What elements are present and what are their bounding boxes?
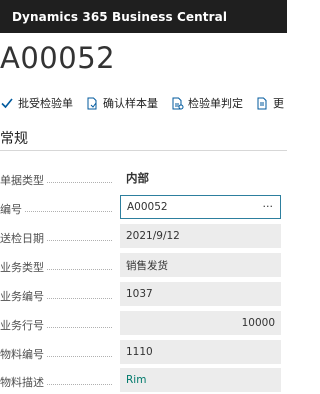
field-label-text: 编号 <box>0 203 24 215</box>
document-check-icon <box>170 96 184 110</box>
field-value[interactable]: Rim <box>120 368 281 392</box>
field-label-text: 业务行号 <box>0 319 46 331</box>
field-label-text: 业务编号 <box>0 290 46 302</box>
field-business-number: 业务编号 1037 <box>0 282 287 308</box>
action-label: 确认样本量 <box>103 97 158 110</box>
field-label: 单据类型 <box>0 172 118 186</box>
field-label: 送检日期 <box>0 230 118 244</box>
field-item-description: 物料描述 Rim <box>0 368 287 394</box>
action-bar: 批受检验单 确认样本量 检验单判定 更 <box>0 92 287 114</box>
action-receive-inspection[interactable]: 批受检验单 <box>0 95 73 111</box>
action-label: 批受检验单 <box>18 97 73 110</box>
field-value[interactable]: 10000 <box>120 311 281 335</box>
document-icon <box>85 96 99 110</box>
action-inspection-judgement[interactable]: 检验单判定 <box>170 95 243 111</box>
action-more[interactable]: 更 <box>255 95 284 111</box>
field-label: 业务类型 <box>0 259 118 273</box>
field-label: 物料编号 <box>0 346 118 360</box>
document-icon <box>255 96 269 110</box>
action-label: 检验单判定 <box>188 97 243 110</box>
ellipsis-icon[interactable]: ··· <box>263 200 274 213</box>
field-label: 编号 <box>0 201 118 215</box>
action-confirm-sample-size[interactable]: 确认样本量 <box>85 95 158 111</box>
field-value[interactable]: 内部 <box>120 166 281 190</box>
field-label: 业务编号 <box>0 288 118 302</box>
section-general-header[interactable]: 常规 <box>0 122 287 151</box>
field-value[interactable]: 1037 <box>120 282 281 306</box>
page-title: A00052 <box>0 41 116 75</box>
field-item-number: 物料编号 1110 <box>0 340 287 366</box>
field-label-text: 物料描述 <box>0 376 46 388</box>
number-value: A00052 <box>127 201 168 213</box>
field-label: 物料描述 <box>0 374 118 388</box>
checkmark-icon <box>0 96 14 110</box>
app-title[interactable]: Dynamics 365 Business Central <box>12 10 227 24</box>
number-input[interactable]: A00052 ··· <box>120 195 281 219</box>
field-business-type: 业务类型 销售发货 <box>0 253 287 279</box>
field-number: 编号 A00052 ··· <box>0 195 287 221</box>
field-label-text: 单据类型 <box>0 174 46 186</box>
field-value[interactable]: 销售发货 <box>120 253 281 277</box>
field-business-line-number: 业务行号 10000 <box>0 311 287 337</box>
field-label-text: 业务类型 <box>0 261 46 273</box>
field-label-text: 送检日期 <box>0 232 46 244</box>
field-value[interactable]: 1110 <box>120 340 281 364</box>
action-label: 更 <box>273 97 284 110</box>
field-document-type: 单据类型 内部 <box>0 166 287 192</box>
section-title: 常规 <box>0 131 28 147</box>
field-value[interactable]: 2021/9/12 <box>120 224 281 248</box>
top-app-bar: Dynamics 365 Business Central <box>0 0 287 33</box>
field-label-text: 物料编号 <box>0 348 46 360</box>
field-inspection-date: 送检日期 2021/9/12 <box>0 224 287 250</box>
field-label: 业务行号 <box>0 317 118 331</box>
